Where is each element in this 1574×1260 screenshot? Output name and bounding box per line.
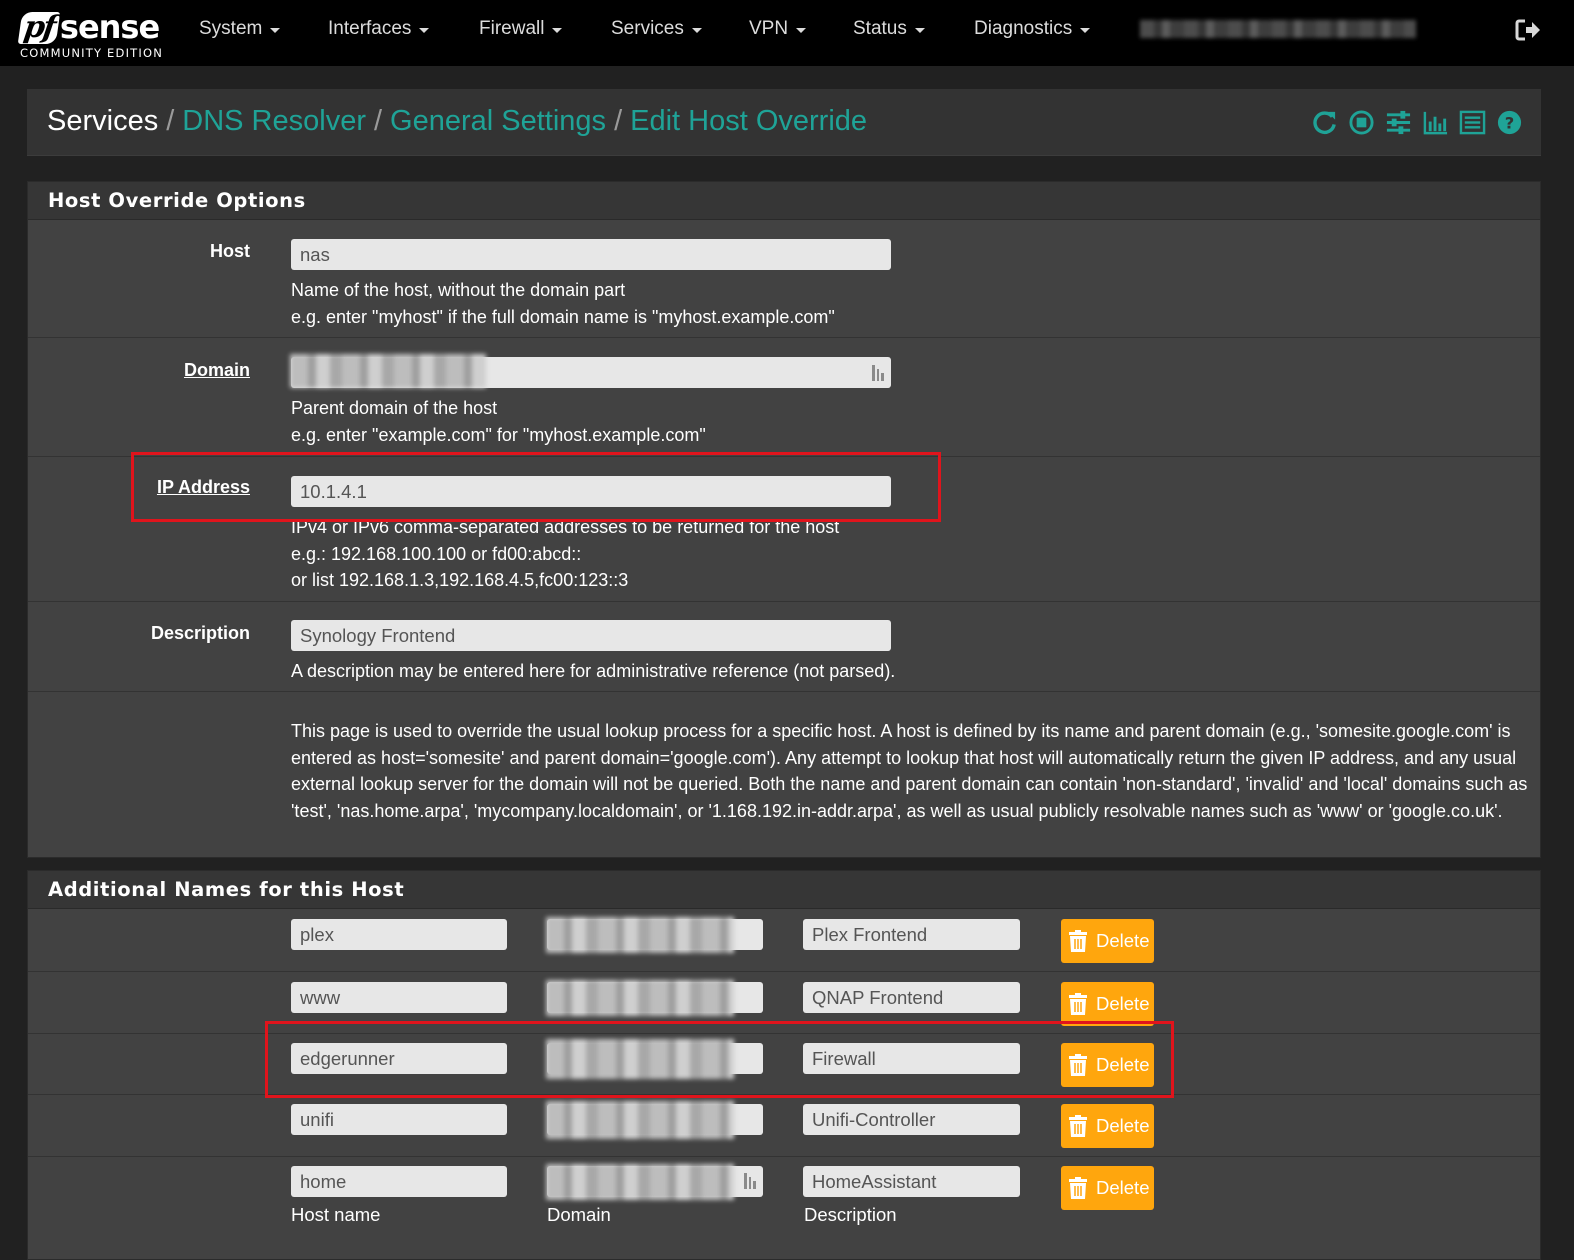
breadcrumb-general-settings[interactable]: General Settings: [390, 105, 606, 137]
breadcrumb-bar: Services / DNS Resolver / General Settings / E…: [27, 89, 1541, 156]
reload-icon[interactable]: [1311, 109, 1338, 136]
host-input[interactable]: nas: [291, 239, 891, 270]
alias-description-input[interactable]: HomeAssistant: [803, 1166, 1020, 1197]
menu-label: VPN: [749, 18, 789, 39]
alias-row: unifi Unifi-Controller Delete: [28, 1094, 1540, 1156]
menu-vpn[interactable]: VPN: [749, 18, 807, 40]
alias-host-input[interactable]: www: [291, 982, 507, 1013]
logout-icon[interactable]: [1514, 16, 1542, 44]
pfsense-logo[interactable]: pf sense COMMUNITY EDITION: [17, 4, 170, 62]
logo-mark: pf sense: [17, 4, 160, 45]
ip-help-line-2: e.g.: 192.168.100.100 or fd00:abcd::: [291, 543, 582, 564]
delete-button[interactable]: Delete: [1061, 919, 1154, 963]
domain-row: Domain Parent domain of the host e.g. en…: [28, 337, 1540, 456]
menu-label: Firewall: [479, 18, 545, 39]
info-text: This page is used to override the usual …: [291, 721, 1528, 821]
alias-description-input[interactable]: QNAP Frontend: [803, 982, 1020, 1013]
breadcrumb-separator: /: [166, 105, 175, 137]
settings-sliders-icon[interactable]: [1385, 109, 1412, 136]
delete-label: Delete: [1096, 930, 1150, 951]
caret-down-icon: [270, 27, 281, 33]
alias-description-input[interactable]: Unifi-Controller: [803, 1104, 1020, 1135]
hostname-redacted: [1140, 20, 1416, 38]
alias-description-input[interactable]: Plex Frontend: [803, 919, 1020, 950]
caret-down-icon: [796, 27, 807, 33]
info-row: This page is used to override the usual …: [28, 691, 1540, 857]
description-column-label: Description: [804, 1204, 897, 1225]
menu-label: Services: [611, 18, 684, 39]
breadcrumb-edit-host-override[interactable]: Edit Host Override: [630, 105, 867, 137]
menu-firewall[interactable]: Firewall: [479, 18, 563, 40]
caret-down-icon: [914, 27, 925, 33]
domain-label[interactable]: Domain: [184, 360, 250, 381]
host-help-line-1: Name of the host, without the domain par…: [291, 280, 626, 300]
breadcrumb-separator: /: [614, 105, 623, 137]
stop-icon[interactable]: [1348, 109, 1375, 136]
domain-redacted: [290, 354, 486, 388]
top-navbar: pf sense COMMUNITY EDITION System Interfa…: [0, 0, 1574, 66]
delete-label: Delete: [1096, 1115, 1150, 1136]
menu-label: Status: [853, 18, 907, 39]
menu-label: Diagnostics: [974, 18, 1073, 39]
breadcrumb-actions: ?: [1311, 109, 1523, 136]
breadcrumb-separator: /: [373, 105, 383, 137]
menu-status[interactable]: Status: [853, 18, 925, 40]
alias-row: home HomeAssistant Delete Host name Doma…: [28, 1156, 1540, 1238]
trash-icon: [1069, 930, 1087, 952]
host-row: Host nas Name of the host, without the d…: [28, 220, 1540, 337]
domain-help-line-1: Parent domain of the host: [291, 398, 498, 418]
logo-edition-text: COMMUNITY EDITION: [20, 46, 164, 60]
caret-down-icon: [419, 27, 430, 33]
caret-down-icon: [1080, 27, 1091, 33]
chart-icon[interactable]: [1422, 109, 1449, 136]
delete-button[interactable]: Delete: [1061, 982, 1154, 1026]
log-list-icon[interactable]: [1459, 109, 1486, 136]
caret-down-icon: [691, 27, 702, 33]
help-icon[interactable]: ?: [1496, 109, 1523, 136]
delete-button[interactable]: Delete: [1061, 1166, 1154, 1210]
delete-label: Delete: [1096, 1177, 1150, 1198]
breadcrumb-root: Services: [47, 105, 159, 137]
alias-host-input[interactable]: home: [291, 1166, 507, 1197]
password-manager-icon[interactable]: [871, 364, 885, 382]
menu-label: Interfaces: [328, 18, 412, 39]
delete-button[interactable]: Delete: [1061, 1104, 1154, 1148]
breadcrumb: Services / DNS Resolver / General Settings / E…: [47, 105, 867, 138]
domain-column-label: Domain: [547, 1204, 611, 1225]
menu-interfaces[interactable]: Interfaces: [328, 18, 430, 40]
alias-domain-redacted: [546, 1101, 734, 1139]
menu-label: System: [199, 18, 263, 39]
menu-services[interactable]: Services: [611, 18, 702, 40]
description-row: Description Synology Frontend A descript…: [28, 601, 1540, 691]
delete-label: Delete: [1096, 993, 1150, 1014]
password-manager-icon[interactable]: [743, 1172, 757, 1190]
trash-icon: [1069, 1177, 1087, 1199]
trash-icon: [1069, 1115, 1087, 1137]
trash-icon: [1069, 993, 1087, 1015]
alias-domain-redacted: [546, 980, 734, 1016]
panel-title: Host Override Options: [28, 182, 1540, 220]
ip-help-line-3: or list 192.168.1.3,192.168.4.5,fc00:123…: [291, 570, 629, 590]
host-label: Host: [210, 241, 250, 261]
menu-diagnostics[interactable]: Diagnostics: [974, 18, 1091, 40]
highlight-box-ip: [131, 452, 941, 522]
menu-system[interactable]: System: [199, 18, 281, 40]
alias-host-input[interactable]: plex: [291, 919, 507, 950]
svg-text:?: ?: [1505, 113, 1515, 132]
alias-domain-redacted: [546, 1164, 734, 1200]
caret-down-icon: [552, 27, 563, 33]
domain-help-line-2: e.g. enter "example.com" for "myhost.exa…: [291, 424, 706, 445]
alias-domain-redacted: [546, 917, 734, 953]
description-label: Description: [150, 623, 250, 643]
panel-title: Additional Names for this Host: [28, 871, 1540, 909]
host-help-line-2: e.g. enter "myhost" if the full domain n…: [291, 306, 835, 327]
alias-row: plex Plex Frontend Delete: [28, 909, 1540, 971]
description-help: A description may be entered here for ad…: [291, 661, 896, 681]
breadcrumb-dns-resolver[interactable]: DNS Resolver: [182, 105, 366, 137]
host-name-column-label: Host name: [291, 1204, 381, 1225]
highlight-box-alias: [265, 1021, 1174, 1098]
alias-host-input[interactable]: unifi: [291, 1104, 507, 1135]
description-input[interactable]: Synology Frontend: [291, 620, 891, 651]
